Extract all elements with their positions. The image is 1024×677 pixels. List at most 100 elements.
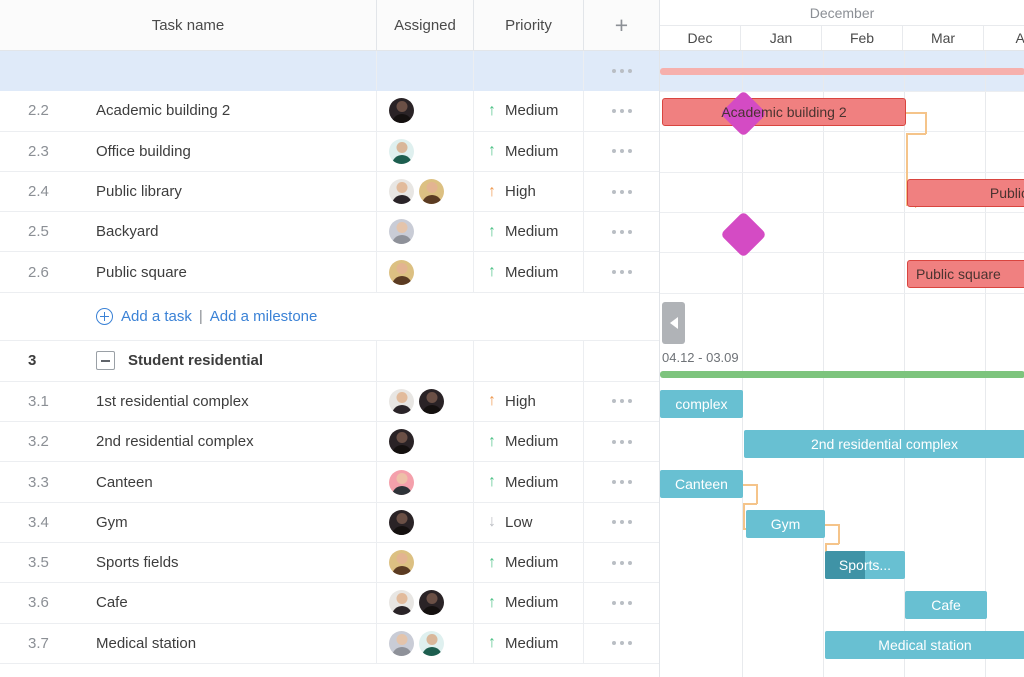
avatar-group[interactable] (389, 590, 449, 615)
avatar-group[interactable] (389, 631, 449, 656)
add-a-task-link[interactable]: Add a task (121, 308, 192, 325)
priority-badge[interactable]: ↑ Medium (488, 554, 558, 571)
avatar-group[interactable] (389, 219, 419, 244)
cell-priority[interactable]: ↑ Medium (474, 252, 584, 291)
cell-task-name[interactable]: 3.2 2nd residential complex (0, 422, 377, 461)
cell-task-name[interactable]: 3.4 Gym (0, 503, 377, 542)
cell-priority[interactable]: ↑ Medium (474, 462, 584, 501)
gantt-bar-1st-residential-complex[interactable]: complex (660, 390, 743, 418)
table-row[interactable]: 3.7 Medical station ↑ Medium (0, 624, 659, 664)
priority-badge[interactable]: ↑ High (488, 183, 536, 200)
row-more-button[interactable] (584, 51, 659, 90)
gantt-bar-public-library[interactable]: Public (907, 179, 1024, 207)
timeline-collapse-handle[interactable] (662, 302, 685, 344)
add-column-button[interactable]: + (584, 0, 659, 50)
column-header-assigned[interactable]: Assigned (377, 0, 474, 50)
avatar[interactable] (419, 389, 444, 414)
cell-priority[interactable] (474, 341, 584, 381)
avatar[interactable] (389, 139, 414, 164)
avatar-group[interactable] (389, 429, 419, 454)
avatar[interactable] (389, 179, 414, 204)
table-row-group[interactable]: 3 Student residential (0, 341, 659, 382)
gantt-bar-public-square[interactable]: Public square (907, 260, 1024, 288)
timeline-month-mar[interactable]: Mar (903, 26, 984, 50)
avatar[interactable] (389, 98, 414, 123)
avatar-group[interactable] (389, 550, 419, 575)
column-header-priority[interactable]: Priority (474, 0, 584, 50)
cell-task-name[interactable]: 3.3 Canteen (0, 462, 377, 501)
table-row[interactable]: 2.6 Public square ↑ Medium (0, 252, 659, 292)
cell-priority[interactable]: ↑ High (474, 172, 584, 211)
row-more-button[interactable] (584, 583, 659, 622)
avatar[interactable] (389, 389, 414, 414)
cell-assigned[interactable] (377, 252, 474, 291)
row-more-button[interactable] (584, 132, 659, 171)
priority-badge[interactable]: ↑ Medium (488, 264, 558, 281)
table-row[interactable]: 3.4 Gym ↓ Low (0, 503, 659, 543)
row-more-button[interactable] (584, 212, 659, 251)
cell-priority[interactable] (474, 51, 584, 90)
cell-assigned[interactable] (377, 503, 474, 542)
table-row[interactable]: 2.4 Public library ↑ High (0, 172, 659, 212)
cell-assigned[interactable] (377, 624, 474, 663)
avatar-group[interactable] (389, 179, 449, 204)
gantt-bar-cafe[interactable]: Cafe (905, 591, 987, 619)
cell-task-name[interactable]: 3.5 Sports fields (0, 543, 377, 582)
cell-assigned[interactable] (377, 91, 474, 130)
circle-plus-icon[interactable] (96, 308, 113, 325)
add-a-milestone-link[interactable]: Add a milestone (210, 308, 318, 325)
table-row[interactable] (0, 51, 659, 91)
row-more-button[interactable] (584, 503, 659, 542)
cell-assigned[interactable] (377, 543, 474, 582)
cell-task-name[interactable]: 3.7 Medical station (0, 624, 377, 663)
cell-priority[interactable]: ↑ Medium (474, 212, 584, 251)
priority-badge[interactable]: ↑ High (488, 393, 536, 410)
avatar[interactable] (389, 260, 414, 285)
cell-assigned[interactable] (377, 172, 474, 211)
cell-priority[interactable]: ↑ Medium (474, 422, 584, 461)
avatar[interactable] (389, 631, 414, 656)
table-row[interactable]: 2.5 Backyard ↑ Medium (0, 212, 659, 252)
row-more-button[interactable] (584, 252, 659, 291)
gantt-timeline[interactable]: December Dec Jan Feb Mar Ap (659, 0, 1024, 677)
priority-badge[interactable]: ↑ Medium (488, 223, 558, 240)
row-more-button[interactable] (584, 624, 659, 663)
gantt-bar-sports-fields[interactable]: Sports... (825, 551, 905, 579)
gantt-canvas[interactable]: Academic building 2 Public Public (660, 51, 1024, 677)
cell-assigned[interactable] (377, 212, 474, 251)
cell-task-name[interactable]: 3.6 Cafe (0, 583, 377, 622)
cell-priority[interactable]: ↑ High (474, 382, 584, 421)
gantt-bar-2nd-residential-complex[interactable]: 2nd residential complex (744, 430, 1024, 458)
avatar-group[interactable] (389, 139, 419, 164)
row-more-button[interactable] (584, 422, 659, 461)
row-more-button[interactable] (584, 462, 659, 501)
gantt-bar-canteen[interactable]: Canteen (660, 470, 743, 498)
cell-priority[interactable]: ↑ Medium (474, 543, 584, 582)
gantt-summary-bar-green[interactable] (660, 371, 1024, 378)
cell-task-name[interactable]: 2.6 Public square (0, 252, 377, 291)
avatar[interactable] (389, 470, 414, 495)
minus-box-icon[interactable] (96, 351, 115, 370)
column-header-task-name[interactable]: Task name (0, 0, 377, 50)
row-more-button[interactable] (584, 172, 659, 211)
cell-task-name[interactable]: 3.1 1st residential complex (0, 382, 377, 421)
timeline-month-apr[interactable]: Ap (984, 26, 1024, 50)
gantt-bar-medical-station[interactable]: Medical station (825, 631, 1024, 659)
priority-badge[interactable]: ↑ Medium (488, 143, 558, 160)
avatar[interactable] (389, 429, 414, 454)
table-row[interactable]: 2.3 Office building ↑ Medium (0, 132, 659, 172)
cell-task-name[interactable]: 2.4 Public library (0, 172, 377, 211)
cell-priority[interactable]: ↑ Medium (474, 624, 584, 663)
cell-task-name[interactable]: 3 Student residential (0, 341, 377, 381)
avatar[interactable] (389, 219, 414, 244)
avatar-group[interactable] (389, 389, 449, 414)
priority-badge[interactable]: ↓ Low (488, 514, 533, 531)
gantt-bar-gym[interactable]: Gym (746, 510, 825, 538)
timeline-month-jan[interactable]: Jan (741, 26, 822, 50)
cell-assigned[interactable] (377, 341, 474, 381)
cell-task-name[interactable]: 2.2 Academic building 2 (0, 91, 377, 130)
cell-assigned[interactable] (377, 51, 474, 90)
priority-badge[interactable]: ↑ Medium (488, 635, 558, 652)
table-row[interactable]: 3.1 1st residential complex ↑ High (0, 382, 659, 422)
avatar[interactable] (389, 550, 414, 575)
